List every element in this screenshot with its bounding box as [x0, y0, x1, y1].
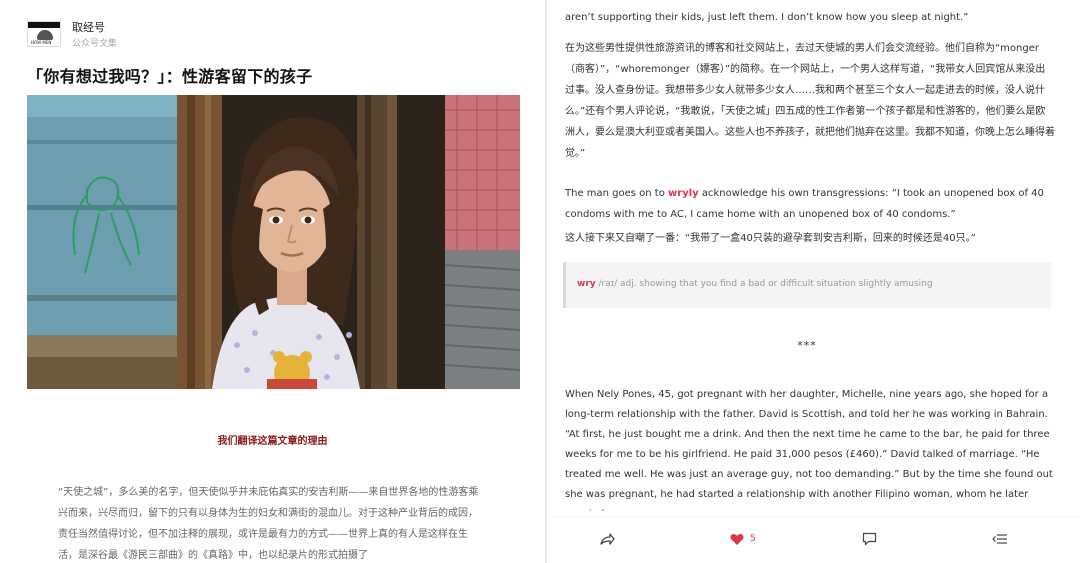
heart-icon — [730, 533, 744, 545]
list-menu-button[interactable] — [992, 529, 1008, 549]
vocabulary-note-box: wry /raɪ/ adj. showing that you find a b… — [563, 262, 1051, 308]
english-paragraph-2: The man goes on to wryly acknowledge his… — [565, 183, 1045, 225]
account-subtitle: 公众号文集 — [72, 39, 118, 49]
vocabulary-definition: /raɪ/ adj. showing that you find a bad o… — [595, 279, 933, 289]
account-name[interactable]: 取经号 — [72, 19, 105, 35]
logo-figure — [37, 30, 53, 40]
vocabulary-note: wry /raɪ/ adj. showing that you find a b… — [577, 279, 933, 289]
list-menu-icon — [992, 534, 1007, 544]
reason-heading: 我们翻译这篇文章的理由 — [217, 436, 328, 447]
share-icon — [600, 533, 615, 545]
share-button[interactable] — [599, 529, 615, 549]
article-title: 「你有想过我吗？」：性游客留下的孩子 — [27, 67, 313, 86]
english-paragraph-2-start: The man goes on to — [565, 188, 669, 199]
logo-top-bar — [28, 22, 60, 28]
chinese-paragraph-1: 在为这些男性提供性旅游资讯的博客和社交网站上，去过天使城的男人们会交流经验。他们… — [565, 43, 1055, 159]
comment-icon — [862, 532, 877, 546]
like-count: 5 — [750, 534, 756, 544]
left-article-panel: HOW MEN 取经号 公众号文集 「你有想过我吗？」：性游客留下的孩子 我们翻… — [0, 0, 545, 563]
english-paragraph-3: When Nely Pones, 45, got pregnant with h… — [565, 389, 1053, 511]
girl-photo-illustration — [27, 95, 520, 389]
right-article-panel: aren’t supporting their kids, just left … — [547, 0, 1080, 563]
comment-button[interactable] — [862, 529, 877, 549]
english-paragraph-tail: aren’t supporting their kids, just left … — [565, 12, 969, 23]
article-photo — [27, 95, 520, 389]
account-logo[interactable]: HOW MEN — [27, 21, 61, 47]
chinese-paragraph-2: 这人接下来又自嘲了一番：“我带了一盒40只装的避孕套到安吉利斯，回来的时候还是4… — [565, 233, 976, 244]
logo-caption: HOW MEN — [31, 40, 52, 45]
section-separator: *** — [797, 339, 817, 352]
highlighted-word-wryly[interactable]: wryly — [668, 188, 699, 199]
like-button[interactable]: 5 — [730, 529, 756, 549]
vocabulary-word: wry — [577, 279, 596, 289]
bottom-action-bar: 5 — [547, 516, 1080, 563]
intro-paragraph: “天使之城”，多么美的名字，但天使似乎并未庇佑真实的安吉利斯——来自世界各地的性… — [58, 487, 479, 561]
